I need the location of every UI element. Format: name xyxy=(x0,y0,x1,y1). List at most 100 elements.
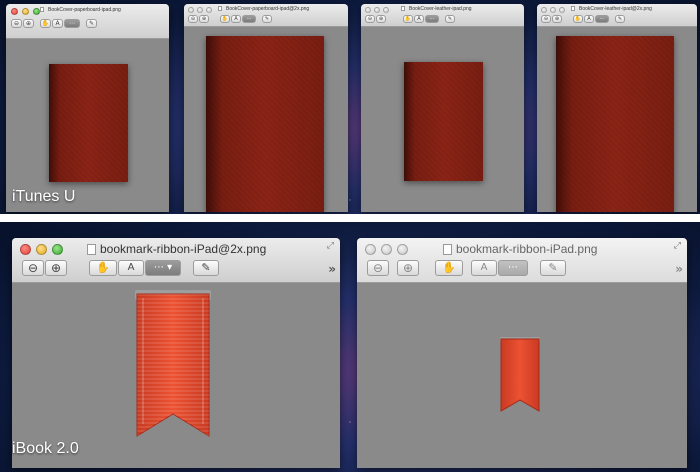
fullscreen-icon[interactable]: ⤢ xyxy=(327,241,334,251)
annotate-button[interactable]: ✎ xyxy=(540,260,566,276)
preview-window-leather-ipad: BookCover-leather-ipad.png ⊖ ⊕ ✋ A ⋯ ✎ xyxy=(361,4,524,212)
zoom-button[interactable] xyxy=(559,7,565,13)
window-title: BookCover-paperboard-ipad@2x.png xyxy=(218,6,343,12)
section-label: iTunes U xyxy=(12,188,76,205)
annotate-button[interactable]: ✎ xyxy=(193,260,219,276)
window-titlebar: BookCover-paperboard-ipad@2x.png ⊖ ⊕ ✋ A… xyxy=(184,4,348,27)
zoom-in-button[interactable]: ⊕ xyxy=(23,19,34,28)
preview-window-leather-ipad-2x: BookCover-leather-ipad@2x.png ⊖ ⊕ ✋ A ⋯ … xyxy=(537,4,697,212)
zoom-out-button[interactable]: ⊖ xyxy=(188,15,198,23)
zoom-out-button[interactable]: ⊖ xyxy=(365,15,375,23)
zoom-in-button[interactable]: ⊕ xyxy=(199,15,209,23)
image-canvas xyxy=(361,27,524,212)
minimize-button[interactable] xyxy=(550,7,556,13)
window-titlebar: BookCover-leather-ipad@2x.png ⊖ ⊕ ✋ A ⋯ … xyxy=(537,4,697,27)
window-controls xyxy=(20,244,63,255)
close-button[interactable] xyxy=(541,7,547,13)
zoom-in-button[interactable]: ⊕ xyxy=(45,260,67,276)
window-titlebar: bookmark-ribbon-iPad@2x.png ⤢ ⊖ ⊕ ✋ A ⋯ … xyxy=(12,238,340,283)
text-select-button[interactable]: A xyxy=(584,15,594,23)
close-button[interactable] xyxy=(365,7,371,13)
hand-tool-button[interactable]: ✋ xyxy=(40,19,51,28)
annotate-button[interactable]: ✎ xyxy=(86,19,97,28)
window-title: BookCover-leather-ipad@2x.png xyxy=(571,6,693,12)
window-controls xyxy=(541,7,565,13)
window-controls xyxy=(188,7,212,13)
minimize-button[interactable] xyxy=(22,8,29,15)
zoom-button[interactable] xyxy=(206,7,212,13)
rect-select-button[interactable]: ⋯ xyxy=(425,15,439,23)
window-controls xyxy=(365,7,389,13)
text-select-button[interactable]: A xyxy=(414,15,424,23)
close-button[interactable] xyxy=(188,7,194,13)
rect-select-button[interactable]: ⋯ xyxy=(498,260,528,276)
preview-window-paperboard-ipad-2x: BookCover-paperboard-ipad@2x.png ⊖ ⊕ ✋ A… xyxy=(184,4,348,212)
zoom-button[interactable] xyxy=(33,8,40,15)
minimize-button[interactable] xyxy=(374,7,380,13)
book-cover-image xyxy=(206,36,324,212)
itunes-u-panel: BookCover-paperboard-ipad.png ⊖ ⊕ ✋ A ⋯ … xyxy=(0,0,700,214)
bookmark-ribbon-image xyxy=(500,337,540,412)
rect-select-button[interactable]: ⋯ xyxy=(595,15,609,23)
ibook-panel: bookmark-ribbon-iPad@2x.png ⤢ ⊖ ⊕ ✋ A ⋯ … xyxy=(0,222,700,472)
zoom-button[interactable] xyxy=(52,244,63,255)
text-select-button[interactable]: A xyxy=(118,260,144,276)
close-button[interactable] xyxy=(11,8,18,15)
hand-tool-button[interactable]: ✋ xyxy=(220,15,230,23)
annotate-button[interactable]: ✎ xyxy=(445,15,455,23)
zoom-in-button[interactable]: ⊕ xyxy=(376,15,386,23)
document-icon xyxy=(40,7,44,13)
rect-select-button[interactable]: ⋯ xyxy=(242,15,256,23)
book-cover-image xyxy=(556,36,674,212)
zoom-out-button[interactable]: ⊖ xyxy=(367,260,389,276)
text-select-button[interactable]: A xyxy=(471,260,497,276)
hand-tool-button[interactable]: ✋ xyxy=(573,15,583,23)
rect-select-button[interactable]: ⋯ xyxy=(64,19,80,28)
zoom-button[interactable] xyxy=(397,244,408,255)
zoom-out-button[interactable]: ⊖ xyxy=(11,19,22,28)
window-title: bookmark-ribbon-iPad.png xyxy=(443,242,663,256)
text-select-button[interactable]: A xyxy=(231,15,241,23)
window-title: bookmark-ribbon-iPad@2x.png xyxy=(87,242,307,256)
window-controls xyxy=(11,8,40,15)
close-button[interactable] xyxy=(20,244,31,255)
zoom-button[interactable] xyxy=(383,7,389,13)
window-title: BookCover-leather-ipad.png xyxy=(401,6,519,12)
book-cover-image xyxy=(404,62,483,181)
annotate-button[interactable]: ✎ xyxy=(615,15,625,23)
window-titlebar: bookmark-ribbon-iPad.png ⤢ ⊖ ⊕ ✋ A ⋯ ✎ » xyxy=(357,238,687,283)
zoom-in-button[interactable]: ⊕ xyxy=(397,260,419,276)
annotate-button[interactable]: ✎ xyxy=(262,15,272,23)
document-icon xyxy=(218,6,222,12)
document-icon xyxy=(401,6,405,12)
hand-tool-button[interactable]: ✋ xyxy=(89,260,117,276)
chevron-double-right-icon[interactable]: » xyxy=(328,262,336,276)
preview-window-paperboard-ipad: BookCover-paperboard-ipad.png ⊖ ⊕ ✋ A ⋯ … xyxy=(6,4,169,212)
bookmark-ribbon-image xyxy=(135,290,211,437)
text-select-button[interactable]: A xyxy=(52,19,63,28)
chevron-double-right-icon[interactable]: » xyxy=(675,262,683,276)
window-title: BookCover-paperboard-ipad.png xyxy=(40,7,160,13)
hand-tool-button[interactable]: ✋ xyxy=(403,15,413,23)
zoom-out-button[interactable]: ⊖ xyxy=(22,260,44,276)
document-icon xyxy=(87,244,96,256)
document-icon xyxy=(571,6,575,12)
document-icon xyxy=(443,244,452,256)
zoom-in-button[interactable]: ⊕ xyxy=(552,15,562,23)
window-titlebar: BookCover-paperboard-ipad.png ⊖ ⊕ ✋ A ⋯ … xyxy=(6,4,169,39)
minimize-button[interactable] xyxy=(36,244,47,255)
image-canvas xyxy=(537,27,697,212)
hand-tool-button[interactable]: ✋ xyxy=(435,260,463,276)
zoom-out-button[interactable]: ⊖ xyxy=(541,15,551,23)
section-label: iBook 2.0 xyxy=(12,440,79,457)
close-button[interactable] xyxy=(365,244,376,255)
book-cover-image xyxy=(49,64,128,182)
minimize-button[interactable] xyxy=(197,7,203,13)
window-controls xyxy=(365,244,408,255)
minimize-button[interactable] xyxy=(381,244,392,255)
preview-window-ribbon-ipad: bookmark-ribbon-iPad.png ⤢ ⊖ ⊕ ✋ A ⋯ ✎ » xyxy=(357,238,687,468)
rect-select-button[interactable]: ⋯ ▾ xyxy=(145,260,181,276)
image-canvas xyxy=(357,283,687,468)
preview-window-ribbon-ipad-2x: bookmark-ribbon-iPad@2x.png ⤢ ⊖ ⊕ ✋ A ⋯ … xyxy=(12,238,340,468)
fullscreen-icon[interactable]: ⤢ xyxy=(674,241,681,251)
